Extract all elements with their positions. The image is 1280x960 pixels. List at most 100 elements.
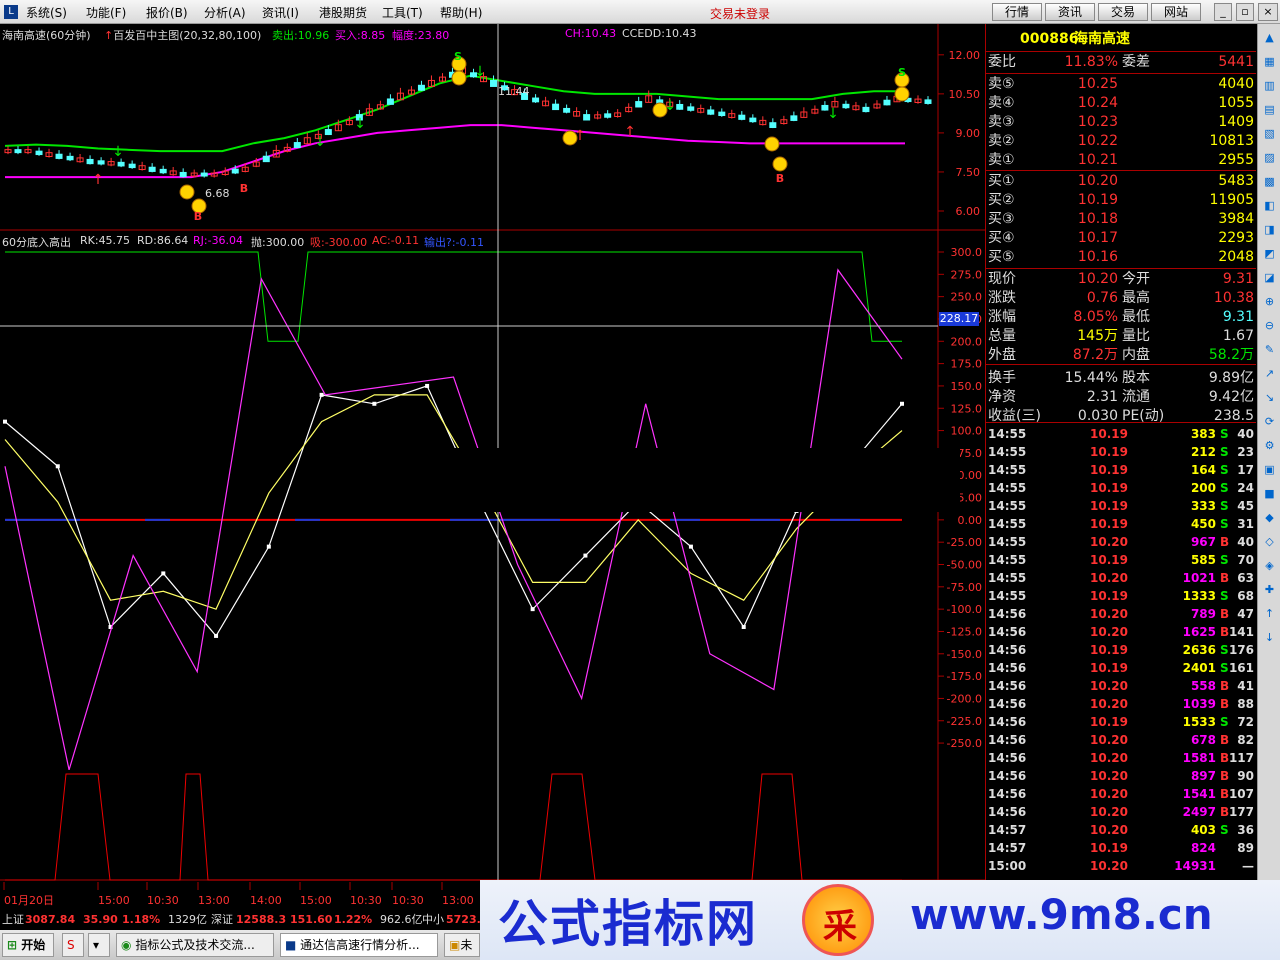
task-tdx[interactable]: ■ 通达信高速行情分析... <box>280 933 438 957</box>
quick-launch-icon[interactable]: S <box>62 933 84 957</box>
tick-time: 14:56 <box>988 805 1027 819</box>
sub-indicator-name: 60分底入高出 <box>2 236 71 249</box>
ask-row: 卖① 10.21 2955 <box>986 151 1256 170</box>
toolbar-icon[interactable]: ▩ <box>1261 174 1278 189</box>
tick-count: 47 <box>1237 607 1254 621</box>
bid-row: 买③ 10.18 3984 <box>986 210 1256 229</box>
menu-analysis[interactable]: 分析(A) <box>204 4 246 21</box>
close-icon[interactable]: × <box>1258 3 1278 21</box>
menu-help[interactable]: 帮助(H) <box>440 4 482 21</box>
toolbar-icon[interactable]: ▣ <box>1261 462 1278 477</box>
tick-volume: 824 <box>1190 841 1216 855</box>
toolbar-icon[interactable]: ▲ <box>1261 30 1278 45</box>
bid-label: 买④ <box>988 230 1015 246</box>
toolbar-icon[interactable]: ◈ <box>1261 558 1278 573</box>
bid-volume: 11905 <box>1209 192 1254 208</box>
tick-price: 10.19 <box>1090 643 1128 657</box>
task-other[interactable]: ▣未 <box>444 933 480 957</box>
rk-point <box>319 392 324 397</box>
smiley-icon <box>652 102 668 118</box>
tick-volume: 212 <box>1190 445 1216 459</box>
stat-row: 收益(三) 0.030 PE(动) 238.5 <box>986 407 1256 426</box>
rk-point <box>900 401 904 406</box>
trade-button[interactable]: 交易 <box>1098 3 1148 21</box>
menu-info[interactable]: 资讯(I) <box>262 4 299 21</box>
task-forum[interactable]: ◉ 指标公式及技术交流... <box>116 933 274 957</box>
ask-price: 10.25 <box>1077 76 1118 92</box>
toolbar-icon[interactable]: ↘ <box>1261 390 1278 405</box>
toolbar-icon[interactable]: ⊖ <box>1261 318 1278 333</box>
toolbar-icon[interactable]: ⟳ <box>1261 414 1278 429</box>
tick-row: 14:56 10.20 1625 B 141 <box>986 623 1256 641</box>
toolbar-icon[interactable]: ◇ <box>1261 534 1278 549</box>
toolbar-icon[interactable]: ◪ <box>1261 270 1278 285</box>
candle-body <box>718 111 726 117</box>
stat-label: 净资 <box>988 389 1016 405</box>
time-axis-label: 10:30 <box>147 894 179 907</box>
tick-row: 14:56 10.20 2497 B 177 <box>986 803 1256 821</box>
tick-row: 14:55 10.19 200 S 24 <box>986 479 1256 497</box>
toolbar-icon[interactable]: ✚ <box>1261 582 1278 597</box>
toolbar-icon[interactable]: ◨ <box>1261 222 1278 237</box>
toolbar-icon[interactable]: ▧ <box>1261 126 1278 141</box>
toolbar-icon[interactable]: ◩ <box>1261 246 1278 261</box>
smiley-icon <box>764 136 780 152</box>
toolbar-icon[interactable]: ▥ <box>1261 78 1278 93</box>
toolbar-icon[interactable]: ■ <box>1261 486 1278 501</box>
toolbar-icon[interactable]: ↓ <box>1261 630 1278 645</box>
website-button[interactable]: 网站 <box>1151 3 1201 21</box>
buy-value: 买入:8.85 <box>335 29 386 42</box>
tick-price: 10.19 <box>1090 481 1128 495</box>
minimize-icon[interactable]: _ <box>1214 3 1232 21</box>
menu-quote[interactable]: 报价(B) <box>146 4 188 21</box>
tick-row: 14:56 10.20 789 B 47 <box>986 605 1256 623</box>
sh-amount: 1329亿 <box>168 913 207 926</box>
restore-icon[interactable]: ▫ <box>1236 3 1254 21</box>
menu-function[interactable]: 功能(F) <box>86 4 126 21</box>
toolbar-icon[interactable]: ↑ <box>1261 606 1278 621</box>
task-other-label: 未 <box>460 938 473 952</box>
toolbar-icon[interactable]: ◧ <box>1261 198 1278 213</box>
quick-launch-icon-2[interactable]: ▾ <box>88 933 110 957</box>
ask-price: 10.22 <box>1077 133 1118 149</box>
toolbar-icon[interactable]: ⊕ <box>1261 294 1278 309</box>
toolbar-icon[interactable]: ◆ <box>1261 510 1278 525</box>
toolbar-icon[interactable]: ✎ <box>1261 342 1278 357</box>
bs-marker: S <box>898 66 906 79</box>
price-axis-label: 12.00 <box>949 49 981 62</box>
toolbar-icon[interactable]: ⚙ <box>1261 438 1278 453</box>
candle-body <box>532 97 540 103</box>
tick-row: 14:55 10.19 383 S 40 <box>986 425 1256 443</box>
login-status[interactable]: 交易未登录 <box>710 5 770 22</box>
menu-tools[interactable]: 工具(T) <box>382 4 423 21</box>
toolbar-icon[interactable]: ↗ <box>1261 366 1278 381</box>
tick-count: 117 <box>1228 751 1254 765</box>
toolbar-icon[interactable]: ▨ <box>1261 150 1278 165</box>
market-button[interactable]: 行情 <box>992 3 1042 21</box>
toolbar-icon[interactable]: ▦ <box>1261 54 1278 69</box>
indicator-axis-label: -75.00 <box>947 581 982 594</box>
sz-change: 151.60 <box>290 913 333 926</box>
toolbar-icon[interactable]: ▤ <box>1261 102 1278 117</box>
bid-row: 买④ 10.17 2293 <box>986 229 1256 248</box>
news-button[interactable]: 资讯 <box>1045 3 1095 21</box>
tick-count: — <box>1242 859 1254 873</box>
rk-point <box>425 383 430 388</box>
menu-hk-futures[interactable]: 港股期货 <box>319 4 367 21</box>
indicator-axis-label: 100.0 <box>951 425 983 438</box>
tick-count: 17 <box>1237 463 1254 477</box>
chart-area[interactable]: 12.0010.509.007.506.00↓↓↓↓↓↓↓↑↑↑BBBSS300… <box>0 24 985 907</box>
tick-volume: 200 <box>1190 481 1216 495</box>
tick-count: 107 <box>1228 787 1254 801</box>
tick-row: 14:55 10.19 212 S 23 <box>986 443 1256 461</box>
stock-code: 000886 <box>1020 31 1079 47</box>
tick-price: 10.20 <box>1090 625 1128 639</box>
windows-icon: ⊞ <box>7 938 18 952</box>
start-button[interactable]: ⊞ 开始 <box>2 933 54 957</box>
sell-value: 卖出:10.96 <box>272 29 330 42</box>
menu-system[interactable]: 系统(S) <box>26 4 67 21</box>
tick-count: 89 <box>1237 841 1254 855</box>
stat-row: 外盘 87.2万 内盘 58.2万 <box>986 346 1256 365</box>
bid-price: 10.16 <box>1077 249 1118 265</box>
time-axis-label: 15:00 <box>300 894 332 907</box>
